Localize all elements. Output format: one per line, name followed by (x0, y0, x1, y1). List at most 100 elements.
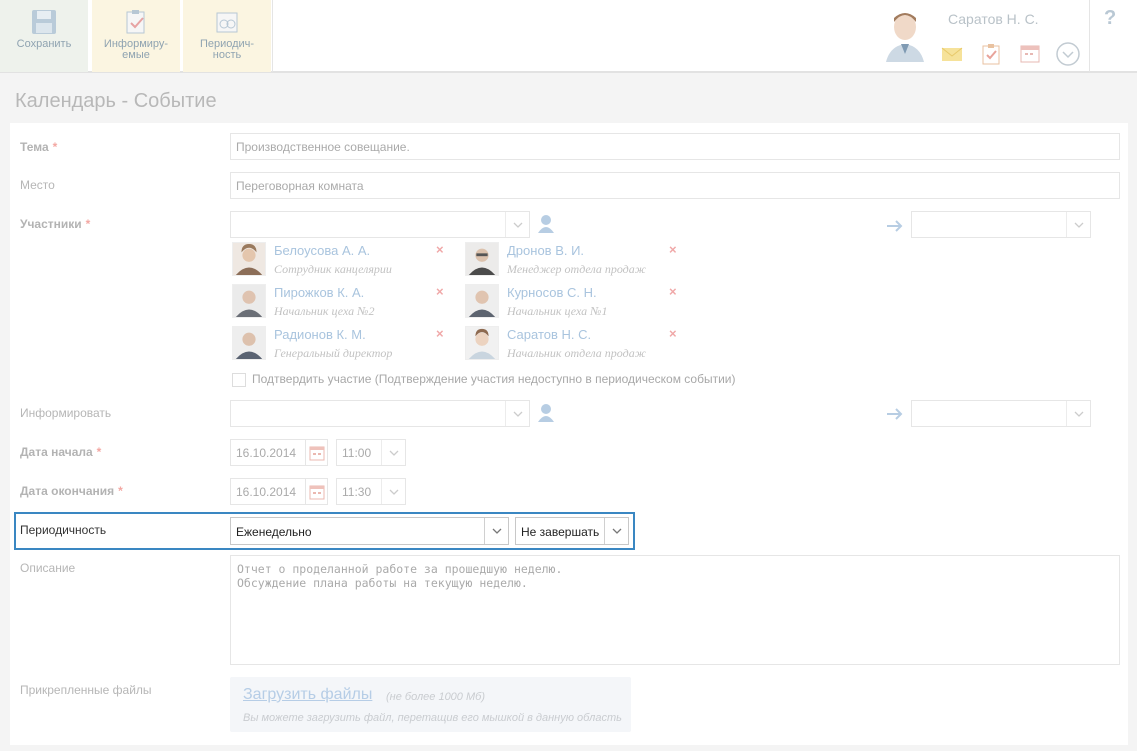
place-label: Место (20, 178, 55, 192)
page-title: Календарь - Событие (15, 90, 217, 112)
participant-item: Дронов В. И. Менеджер отдела продаж × (465, 240, 695, 278)
participant-role: Начальник цеха №2 (274, 304, 375, 318)
confirm-participation-checkbox[interactable] (232, 372, 246, 387)
floppy-disk-icon (32, 10, 56, 34)
participant-photo (232, 242, 266, 276)
participant-name[interactable]: Радионов К. М. (274, 327, 366, 342)
save-button[interactable]: Сохранить (0, 0, 88, 72)
participant-name[interactable]: Пирожков К. А. (274, 285, 364, 300)
chevron-down-icon (513, 222, 523, 228)
confirm-participation-label: Подтвердить участие (Подтверждение участ… (252, 372, 736, 386)
inform-group-select[interactable] (911, 400, 1091, 427)
participant-name[interactable]: Саратов Н. С. (507, 327, 591, 342)
participant-photo (465, 326, 499, 360)
end-date-label: Дата окончания * (20, 484, 123, 498)
end-time-dropdown-button[interactable] (381, 479, 405, 504)
recurrence-calendar-icon (216, 12, 238, 33)
person-picker-icon[interactable] (537, 403, 555, 423)
periodicity-dropdown-button[interactable] (484, 518, 508, 544)
participants-label: Участники * (20, 217, 91, 231)
participant-role: Менеджер отдела продаж (507, 262, 646, 276)
calendar-icon (309, 446, 325, 461)
participant-role: Генеральный директор (274, 346, 393, 360)
start-time-dropdown-button[interactable] (381, 440, 405, 465)
remove-participant-icon[interactable]: × (669, 284, 677, 299)
end-time-value: 11:30 (342, 485, 372, 499)
description-textarea[interactable]: Отчет о проделанной работе за прошедшую … (230, 555, 1120, 665)
chevron-down-icon (389, 489, 399, 495)
calendar-icon (309, 485, 325, 500)
inform-label: Информировать (20, 406, 112, 420)
periodicity-end-select[interactable]: Не завершать (515, 517, 629, 545)
participant-name[interactable]: Курносов С. Н. (507, 285, 597, 300)
participants-group-select[interactable] (911, 211, 1091, 238)
place-input[interactable]: Переговорная комната (230, 172, 1120, 199)
description-line: Обсуждение плана работы на текущую недел… (237, 576, 528, 590)
participant-name[interactable]: Дронов В. И. (507, 243, 584, 258)
subject-label: Тема * (20, 140, 58, 154)
tasks-icon[interactable] (979, 42, 1003, 66)
periodicity-end-dropdown-button[interactable] (604, 518, 628, 544)
periodicity-button[interactable]: Периодич- ность (183, 0, 271, 72)
informed-button[interactable]: Информиру- емые (92, 0, 180, 72)
user-avatar[interactable] (884, 10, 926, 62)
participant-item: Белоусова А. А. Сотрудник канцелярии × (232, 240, 462, 278)
arrow-right-icon[interactable] (886, 218, 904, 234)
inform-dropdown-button[interactable] (505, 401, 529, 426)
end-date-input[interactable]: 16.10.2014 (230, 478, 306, 505)
user-name[interactable]: Саратов Н. С. (948, 11, 1039, 27)
help-icon[interactable]: ? (1104, 7, 1116, 30)
periodicity-select[interactable]: Еженедельно (230, 517, 509, 545)
upload-files-link[interactable]: Загрузить файлы (243, 686, 372, 704)
mail-icon[interactable] (940, 42, 964, 66)
description-label: Описание (20, 561, 76, 575)
periodicity-label-2: ность (212, 49, 242, 61)
toolbar-divider (272, 0, 273, 72)
start-date-input[interactable]: 16.10.2014 (230, 439, 306, 466)
periodicity-value: Еженедельно (236, 525, 312, 539)
remove-participant-icon[interactable]: × (669, 326, 677, 341)
remove-participant-icon[interactable]: × (436, 242, 444, 257)
participant-photo (465, 242, 499, 276)
calendar-icon[interactable] (1018, 42, 1042, 66)
participants-dropdown-button[interactable] (505, 212, 529, 237)
end-date-picker-button[interactable] (306, 478, 328, 505)
informed-label-2: емые (122, 49, 150, 61)
periodicity-end-value: Не завершать (521, 525, 600, 539)
start-time-select[interactable]: 11:00 (336, 439, 406, 466)
upload-limit: (не более 1000 Мб) (386, 691, 485, 703)
person-picker-icon[interactable] (537, 214, 555, 234)
start-date-picker-button[interactable] (306, 439, 328, 466)
remove-participant-icon[interactable]: × (669, 242, 677, 257)
description-line: Отчет о проделанной работе за прошедшую … (237, 562, 563, 576)
inform-group-dropdown-button[interactable] (1066, 401, 1090, 426)
start-time-value: 11:00 (342, 446, 372, 460)
chevron-down-icon (492, 528, 502, 534)
participants-group-dropdown-button[interactable] (1066, 212, 1090, 237)
attachments-label: Прикрепленные файлы (20, 683, 152, 697)
toolbar: Сохранить Информиру- емые Периодич- ност… (0, 0, 1137, 73)
chevron-down-icon (1074, 411, 1084, 417)
periodicity-label: Периодичность (20, 523, 107, 537)
participant-item: Пирожков К. А. Начальник цеха №2 × (232, 282, 462, 320)
start-date-label: Дата начала * (20, 445, 102, 459)
chevron-down-icon[interactable] (1056, 42, 1080, 66)
participant-photo (232, 326, 266, 360)
participant-photo (465, 284, 499, 318)
file-drop-zone[interactable]: Загрузить файлы (не более 1000 Мб) Вы мо… (230, 677, 631, 732)
inform-select[interactable] (230, 400, 530, 427)
participant-photo (232, 284, 266, 318)
arrow-right-icon[interactable] (886, 406, 904, 422)
subject-input[interactable]: Производственное совещание. (230, 133, 1120, 160)
participant-item: Саратов Н. С. Начальник отдела продаж × (465, 324, 695, 362)
participant-name[interactable]: Белоусова А. А. (274, 243, 370, 258)
end-time-select[interactable]: 11:30 (336, 478, 406, 505)
save-button-label: Сохранить (16, 38, 72, 50)
chevron-down-icon (1074, 222, 1084, 228)
participants-select[interactable] (230, 211, 530, 238)
participant-role: Начальник цеха №1 (507, 304, 608, 318)
participant-role: Начальник отдела продаж (507, 346, 646, 360)
chevron-down-icon (513, 411, 523, 417)
remove-participant-icon[interactable]: × (436, 284, 444, 299)
remove-participant-icon[interactable]: × (436, 326, 444, 341)
